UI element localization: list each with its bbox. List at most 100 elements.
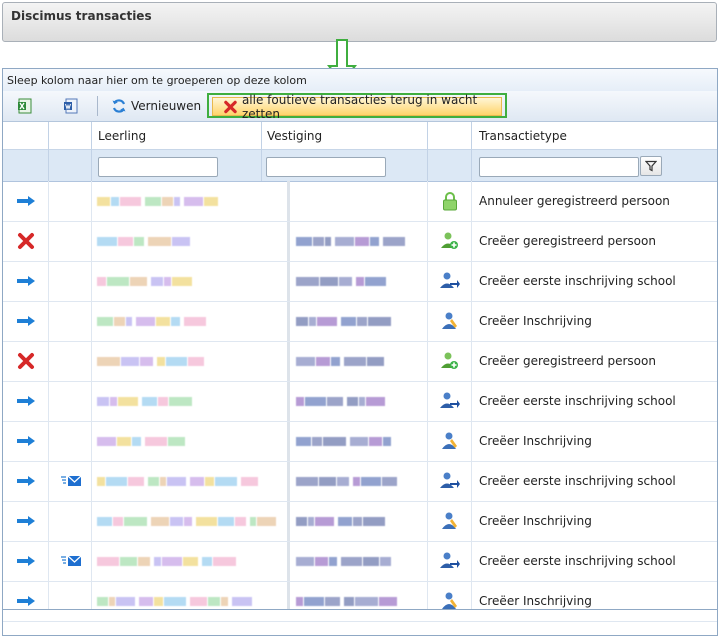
row-vestiging-redacted	[296, 541, 426, 581]
column-header-leerling[interactable]: Leerling	[98, 129, 146, 143]
row-status-cell	[3, 581, 49, 621]
row-status-cell	[3, 381, 49, 421]
arrow-right-icon	[17, 276, 35, 286]
reset-failed-label: alle foutieve transacties terug in wacht…	[241, 92, 478, 121]
refresh-label: Vernieuwen	[131, 99, 202, 113]
row-mail-cell	[50, 181, 92, 221]
row-status-cell	[3, 221, 49, 261]
table-row[interactable]: Creëer Inschrijving	[3, 501, 717, 542]
annotation-highlight-box: alle foutieve transacties terug in wacht…	[207, 93, 507, 121]
column-header-vestiging[interactable]: Vestiging	[267, 129, 322, 143]
row-transactietype: Creëer geregistreerd persoon	[479, 354, 656, 368]
table-row[interactable]: Annuleer geregistreerd persoon	[3, 181, 717, 222]
arrow-right-icon	[17, 436, 35, 446]
export-excel-button[interactable]	[17, 97, 33, 115]
row-vestiging-redacted	[296, 501, 426, 541]
row-mail-cell	[50, 221, 92, 261]
row-leerling-redacted	[97, 581, 263, 621]
row-status-cell	[3, 181, 49, 221]
table-row[interactable]: Creëer eerste inschrijving school	[3, 261, 717, 302]
arrow-right-icon	[17, 396, 35, 406]
table-row[interactable]: Creëer Inschrijving	[3, 421, 717, 462]
row-vestiging-redacted	[296, 581, 426, 621]
column-header-row: Leerling Vestiging Transactietype	[3, 122, 717, 150]
table-row[interactable]: Creëer geregistreerd persoon	[3, 221, 717, 262]
row-mail-cell	[50, 381, 92, 421]
row-status-cell	[3, 461, 49, 501]
filter-vestiging-input[interactable]	[266, 157, 386, 177]
row-transactietype: Creëer Inschrijving	[479, 594, 592, 608]
row-leerling-redacted	[97, 541, 263, 581]
row-type-icon-cell	[429, 541, 471, 581]
window-title-bar: Discimus transacties	[2, 2, 717, 42]
person-school-icon	[440, 392, 460, 408]
column-divider	[48, 122, 49, 181]
row-status-cell	[3, 341, 49, 381]
person-school-icon	[440, 472, 460, 488]
row-vestiging-redacted	[296, 301, 426, 341]
row-vestiging-redacted	[296, 181, 426, 221]
row-transactietype: Creëer geregistreerd persoon	[479, 234, 656, 248]
export-word-button[interactable]	[63, 97, 79, 115]
row-leerling-redacted	[97, 381, 263, 421]
word-icon	[64, 98, 78, 114]
row-leerling-redacted	[97, 421, 263, 461]
table-row[interactable]: Creëer geregistreerd persoon	[3, 341, 717, 382]
filter-row	[3, 150, 717, 182]
red-x-icon	[18, 233, 34, 249]
row-transactietype: Creëer eerste inschrijving school	[479, 274, 676, 288]
row-mail-cell	[50, 461, 92, 501]
row-mail-cell	[50, 581, 92, 621]
arrow-right-icon	[17, 196, 35, 206]
reset-failed-transactions-button[interactable]: alle foutieve transacties terug in wacht…	[212, 93, 502, 121]
filter-leerling-input[interactable]	[98, 157, 218, 177]
row-type-icon-cell	[429, 221, 471, 261]
person-enroll-icon	[442, 432, 457, 449]
row-transactietype: Creëer Inschrijving	[479, 314, 592, 328]
table-row[interactable]: Creëer eerste inschrijving school	[3, 541, 717, 582]
person-enroll-icon	[442, 592, 457, 609]
group-by-panel[interactable]: Sleep kolom naar hier om te groeperen op…	[3, 69, 717, 92]
row-transactietype: Creëer Inschrijving	[479, 434, 592, 448]
row-type-icon-cell	[429, 421, 471, 461]
row-transactietype: Annuleer geregistreerd persoon	[479, 194, 670, 208]
row-mail-cell	[50, 301, 92, 341]
refresh-icon	[112, 99, 126, 113]
transactions-grid: Sleep kolom naar hier om te groeperen op…	[2, 68, 718, 636]
person-enroll-icon	[442, 312, 457, 329]
refresh-button[interactable]: Vernieuwen	[111, 97, 201, 115]
table-row[interactable]: Creëer eerste inschrijving school	[3, 461, 717, 502]
row-type-icon-cell	[429, 181, 471, 221]
column-divider	[471, 122, 472, 181]
row-status-cell	[3, 541, 49, 581]
red-x-icon	[18, 353, 34, 369]
row-type-icon-cell	[429, 501, 471, 541]
row-transactietype: Creëer eerste inschrijving school	[479, 474, 676, 488]
row-transactietype: Creëer Inschrijving	[479, 514, 592, 528]
mail-send-icon	[61, 475, 82, 486]
funnel-icon	[645, 160, 657, 172]
row-type-icon-cell	[429, 381, 471, 421]
arrow-right-icon	[17, 556, 35, 566]
red-x-icon	[224, 100, 237, 113]
group-by-hint: Sleep kolom naar hier om te groeperen op…	[7, 74, 307, 87]
row-vestiging-redacted	[296, 221, 426, 261]
row-vestiging-redacted	[296, 461, 426, 501]
grid-footer-divider	[3, 609, 717, 610]
row-status-cell	[3, 501, 49, 541]
filter-transactietype-input[interactable]	[479, 157, 639, 177]
row-status-cell	[3, 301, 49, 341]
row-vestiging-redacted	[296, 381, 426, 421]
table-row[interactable]: Creëer eerste inschrijving school	[3, 381, 717, 422]
toolbar-separator	[97, 96, 98, 116]
row-leerling-redacted	[97, 341, 263, 381]
arrow-right-icon	[17, 516, 35, 526]
row-leerling-redacted	[97, 221, 263, 261]
filter-button[interactable]	[640, 156, 662, 176]
row-leerling-redacted	[97, 461, 263, 501]
table-row[interactable]: Creëer Inschrijving	[3, 301, 717, 342]
column-header-transactietype[interactable]: Transactietype	[479, 129, 567, 143]
row-status-cell	[3, 421, 49, 461]
person-add-icon	[441, 232, 458, 249]
table-row[interactable]: Creëer Inschrijving	[3, 581, 717, 622]
